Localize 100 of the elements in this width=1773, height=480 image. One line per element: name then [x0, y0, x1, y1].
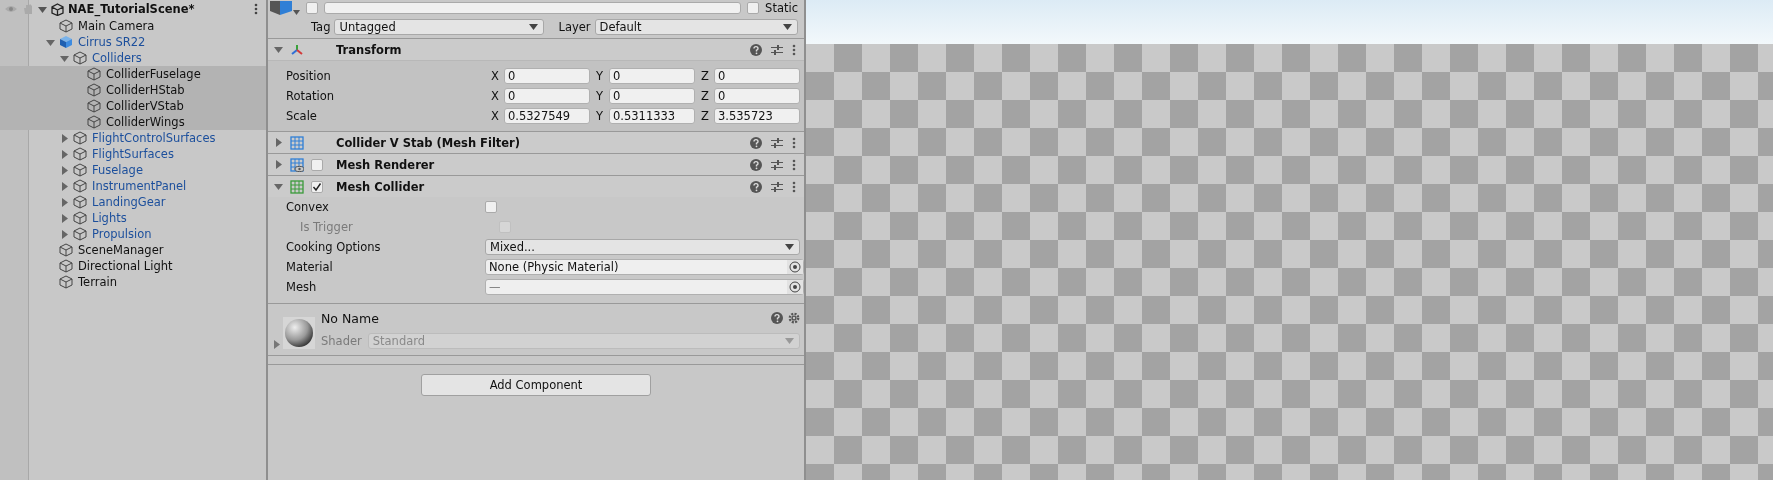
expand-arrow-icon[interactable]	[274, 138, 283, 147]
shader-label: Shader	[321, 334, 362, 348]
hierarchy-row[interactable]: Lights	[0, 210, 266, 226]
cooking-options-dropdown[interactable]: Mixed...	[485, 239, 800, 255]
kebab-menu-icon[interactable]	[792, 43, 796, 56]
expand-arrow-icon[interactable]	[272, 340, 281, 349]
expand-arrow-icon[interactable]	[274, 160, 283, 169]
hierarchy-row[interactable]: Main Camera	[0, 18, 266, 34]
number-field[interactable]: 0	[609, 68, 695, 84]
help-icon[interactable]	[750, 180, 762, 193]
object-picker-icon[interactable]	[789, 281, 801, 293]
hierarchy-row[interactable]: FlightSurfaces	[0, 146, 266, 162]
number-field[interactable]: 0	[714, 68, 800, 84]
name-field[interactable]	[324, 2, 742, 14]
help-icon[interactable]	[750, 136, 762, 149]
help-icon[interactable]	[771, 312, 783, 324]
kebab-menu-icon[interactable]	[792, 158, 796, 171]
property-label: Rotation	[285, 89, 336, 103]
help-icon[interactable]	[750, 158, 762, 171]
hierarchy-row[interactable]: Terrain	[0, 274, 266, 290]
sliders-icon[interactable]	[771, 43, 783, 56]
tag-dropdown[interactable]: Untagged	[334, 19, 545, 35]
material-name: No Name	[321, 310, 379, 326]
hierarchy-row[interactable]: ColliderWings	[0, 114, 266, 130]
object-picker-icon[interactable]	[789, 261, 801, 273]
expand-arrow-icon[interactable]	[59, 229, 69, 239]
hierarchy-row[interactable]: ColliderHStab	[0, 82, 266, 98]
axis-label: X	[491, 69, 500, 83]
checkbox[interactable]	[311, 158, 323, 171]
number-field[interactable]: 0	[504, 68, 590, 84]
object-name: ColliderFuselage	[106, 67, 201, 81]
property-label: Position	[285, 69, 332, 83]
cube-icon	[59, 243, 73, 257]
settings-icon[interactable]	[788, 312, 800, 324]
hierarchy-row[interactable]: Propulsion	[0, 226, 266, 242]
object-name: Cirrus SR22	[78, 35, 146, 49]
expand-arrow-icon[interactable]	[59, 133, 69, 143]
cube-icon	[73, 51, 87, 65]
expand-arrow-icon[interactable]	[59, 149, 69, 159]
sliders-icon[interactable]	[771, 136, 783, 149]
expand-arrow-icon[interactable]	[59, 213, 69, 223]
axis-label: Z	[701, 109, 710, 123]
add-component-button[interactable]: Add Component	[421, 374, 651, 396]
object-name: SceneManager	[78, 243, 164, 257]
property-label: Is Trigger	[299, 220, 354, 234]
component-header[interactable]: Mesh Renderer	[268, 153, 804, 175]
caret-icon	[785, 338, 794, 344]
help-icon[interactable]	[750, 43, 762, 56]
number-field[interactable]: 0	[609, 88, 695, 104]
expand-arrow-icon[interactable]	[59, 53, 69, 63]
property-label: Cooking Options	[285, 240, 382, 254]
property-label: Convex	[285, 200, 330, 214]
hierarchy-row[interactable]: Cirrus SR22	[0, 34, 266, 50]
number-field[interactable]: 3.535723	[714, 108, 800, 124]
checkbox[interactable]	[306, 2, 318, 14]
property-label: Material	[285, 260, 334, 274]
expand-arrow-icon[interactable]	[45, 37, 55, 47]
sliders-icon[interactable]	[771, 158, 783, 171]
kebab-menu-icon[interactable]	[792, 180, 796, 193]
eye-icon[interactable]	[4, 4, 18, 14]
expand-arrow-icon[interactable]	[59, 197, 69, 207]
cube-icon	[87, 83, 101, 97]
axis-label: Z	[701, 89, 710, 103]
cube-icon	[87, 67, 101, 81]
number-field[interactable]: 0	[504, 88, 590, 104]
hierarchy-row[interactable]: SceneManager	[0, 242, 266, 258]
expand-arrow-icon[interactable]	[59, 165, 69, 175]
expand-arrow-icon[interactable]	[274, 45, 283, 54]
static-label: Static	[765, 1, 798, 15]
expand-arrow-icon[interactable]	[38, 4, 47, 14]
caret-icon	[785, 244, 794, 250]
number-field[interactable]: 0	[714, 88, 800, 104]
hierarchy-row[interactable]: LandingGear	[0, 194, 266, 210]
hierarchy-row[interactable]: ColliderFuselage	[0, 66, 266, 82]
hierarchy-row[interactable]: InstrumentPanel	[0, 178, 266, 194]
object-name: Main Camera	[78, 19, 155, 33]
number-field[interactable]: 0.5311333	[609, 108, 695, 124]
hierarchy-row[interactable]: Colliders	[0, 50, 266, 66]
hierarchy-row[interactable]: FlightControlSurfaces	[0, 130, 266, 146]
component-header[interactable]: Mesh Collider	[268, 175, 804, 197]
hierarchy-row[interactable]: Directional Light	[0, 258, 266, 274]
object-name: Fuselage	[92, 163, 143, 177]
grid-icon	[290, 135, 304, 150]
axis-label: Y	[596, 109, 605, 123]
layer-dropdown[interactable]: Default	[594, 19, 798, 35]
kebab-menu-icon[interactable]	[792, 136, 796, 149]
kebab-menu-icon[interactable]	[254, 3, 258, 15]
checkbox[interactable]	[485, 201, 497, 213]
object-field[interactable]: None (Physic Material)	[485, 259, 804, 275]
hierarchy-row[interactable]: ColliderVStab	[0, 98, 266, 114]
checkbox[interactable]	[311, 180, 323, 193]
hierarchy-row[interactable]: Fuselage	[0, 162, 266, 178]
expand-arrow-icon[interactable]	[274, 182, 283, 191]
expand-arrow-icon[interactable]	[59, 181, 69, 191]
sliders-icon[interactable]	[771, 180, 783, 193]
checkbox[interactable]	[747, 2, 760, 14]
object-name: LandingGear	[92, 195, 166, 209]
object-field[interactable]: —	[485, 279, 804, 295]
number-field[interactable]: 0.5327549	[504, 108, 590, 124]
component-header[interactable]: Collider V Stab (Mesh Filter)	[268, 131, 804, 153]
